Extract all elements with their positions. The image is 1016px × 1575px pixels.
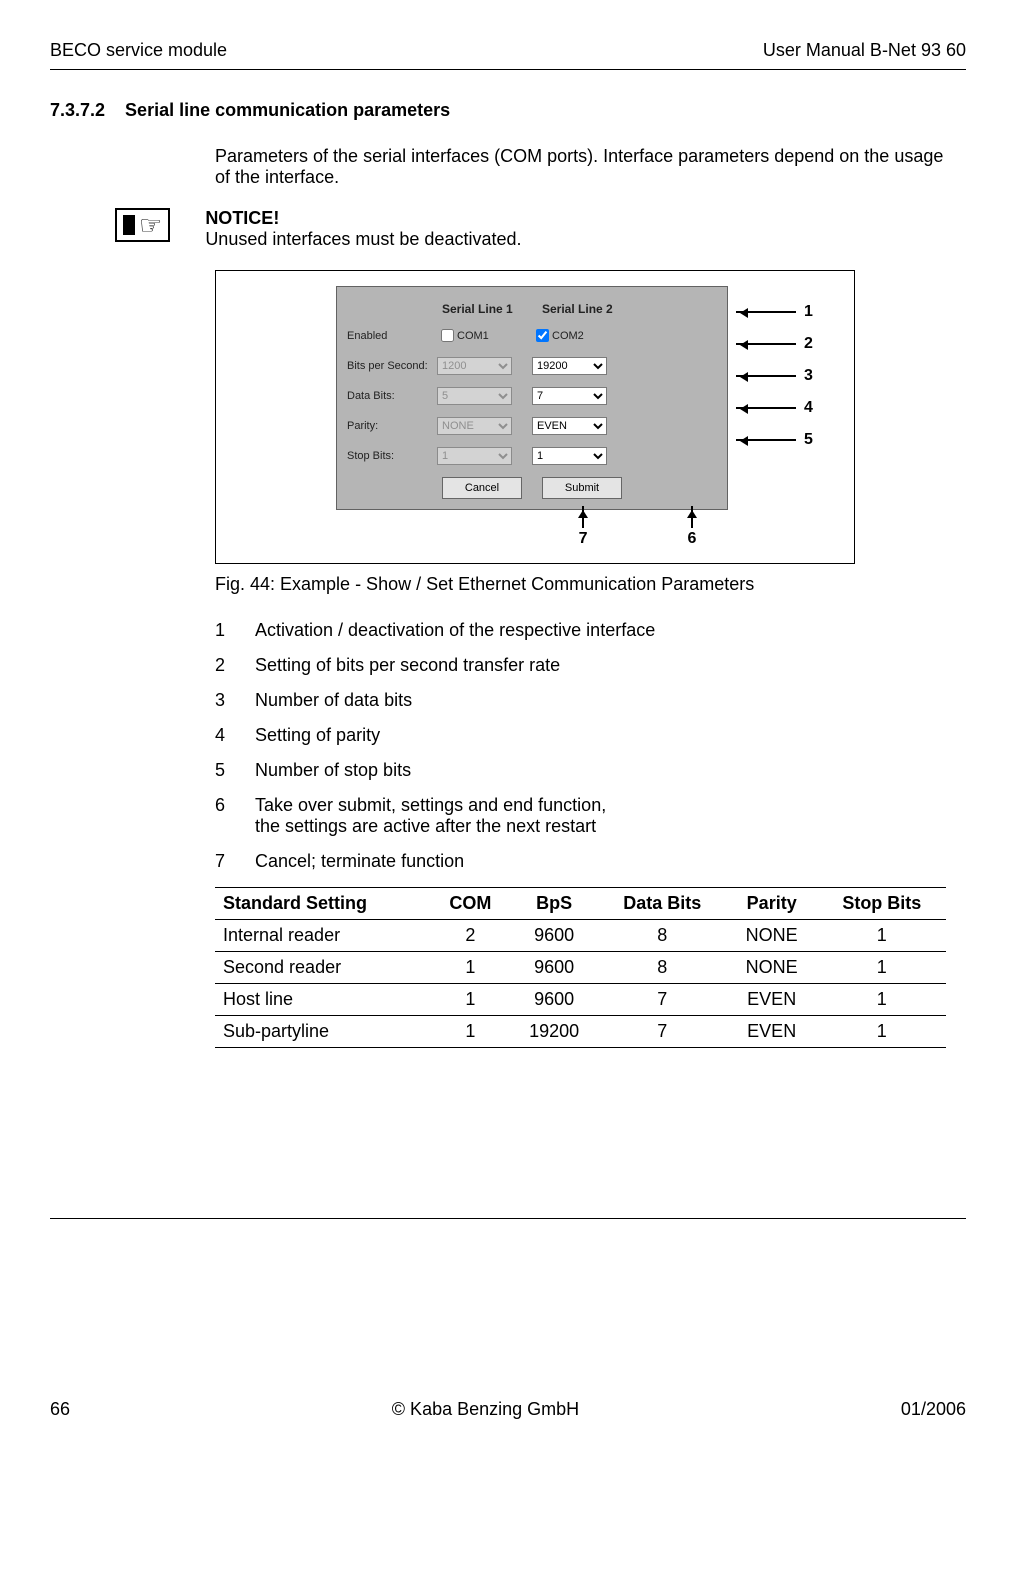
header-right: User Manual B-Net 93 60 bbox=[763, 40, 966, 61]
legend-4: Setting of parity bbox=[255, 725, 380, 746]
stopbits2-select[interactable]: 1 bbox=[532, 447, 607, 465]
header-left: BECO service module bbox=[50, 40, 227, 61]
th-setting: Standard Setting bbox=[215, 888, 431, 920]
figure-container: Serial Line 1 Serial Line 2 Enabled COM1… bbox=[215, 270, 855, 564]
callout-3: 3 bbox=[804, 367, 813, 385]
row-label-databits: Data Bits: bbox=[347, 390, 437, 402]
callout-1: 1 bbox=[804, 303, 813, 321]
legend-1: Activation / deactivation of the respect… bbox=[255, 620, 655, 641]
legend-3: Number of data bits bbox=[255, 690, 412, 711]
com2-checkbox[interactable] bbox=[536, 329, 549, 342]
parity2-select[interactable]: EVEN bbox=[532, 417, 607, 435]
th-stopbits: Stop Bits bbox=[818, 888, 946, 920]
com1-checkbox[interactable] bbox=[441, 329, 454, 342]
table-row: Sub-partyline 1 19200 7 EVEN 1 bbox=[215, 1016, 946, 1048]
bps1-select[interactable]: 1200 bbox=[437, 357, 512, 375]
callout-7: 7 bbox=[579, 530, 588, 547]
bps2-select[interactable]: 19200 bbox=[532, 357, 607, 375]
th-parity: Parity bbox=[726, 888, 818, 920]
footer-center: © Kaba Benzing GmbH bbox=[392, 1399, 579, 1420]
notice-heading: NOTICE! bbox=[205, 208, 521, 229]
cancel-button[interactable]: Cancel bbox=[442, 477, 522, 499]
databits2-select[interactable]: 7 bbox=[532, 387, 607, 405]
figure-caption: Fig. 44: Example - Show / Set Ethernet C… bbox=[215, 574, 946, 595]
serial-config-panel: Serial Line 1 Serial Line 2 Enabled COM1… bbox=[336, 286, 728, 510]
section-title: Serial line communication parameters bbox=[125, 100, 450, 121]
th-databits: Data Bits bbox=[599, 888, 726, 920]
com1-label: COM1 bbox=[457, 330, 489, 342]
callout-5: 5 bbox=[804, 431, 813, 449]
submit-button[interactable]: Submit bbox=[542, 477, 622, 499]
intro-paragraph: Parameters of the serial interfaces (COM… bbox=[215, 146, 946, 188]
legend-6: Take over submit, settings and end funct… bbox=[255, 795, 606, 837]
th-com: COM bbox=[431, 888, 509, 920]
footer-date: 01/2006 bbox=[901, 1399, 966, 1420]
parity1-select[interactable]: NONE bbox=[437, 417, 512, 435]
callout-4: 4 bbox=[804, 399, 813, 417]
row-label-stopbits: Stop Bits: bbox=[347, 450, 437, 462]
row-label-bps: Bits per Second: bbox=[347, 360, 437, 372]
databits1-select[interactable]: 5 bbox=[437, 387, 512, 405]
legend-7: Cancel; terminate function bbox=[255, 851, 464, 872]
legend-5: Number of stop bits bbox=[255, 760, 411, 781]
row-label-parity: Parity: bbox=[347, 420, 437, 432]
legend-2: Setting of bits per second transfer rate bbox=[255, 655, 560, 676]
com2-label: COM2 bbox=[552, 330, 584, 342]
stopbits1-select[interactable]: 1 bbox=[437, 447, 512, 465]
table-row: Second reader 1 9600 8 NONE 1 bbox=[215, 952, 946, 984]
th-bps: BpS bbox=[510, 888, 599, 920]
callout-6: 6 bbox=[688, 530, 697, 547]
row-label-enabled: Enabled bbox=[347, 330, 437, 342]
table-row: Host line 1 9600 7 EVEN 1 bbox=[215, 984, 946, 1016]
notice-body: Unused interfaces must be deactivated. bbox=[205, 229, 521, 249]
pointing-hand-icon: ☞ bbox=[115, 208, 170, 242]
table-row: Internal reader 2 9600 8 NONE 1 bbox=[215, 920, 946, 952]
col-header-2: Serial Line 2 bbox=[537, 302, 637, 316]
callout-2: 2 bbox=[804, 335, 813, 353]
footer-page: 66 bbox=[50, 1399, 70, 1420]
col-header-1: Serial Line 1 bbox=[437, 302, 537, 316]
section-number: 7.3.7.2 bbox=[50, 100, 105, 121]
standard-settings-table: Standard Setting COM BpS Data Bits Parit… bbox=[215, 887, 946, 1048]
